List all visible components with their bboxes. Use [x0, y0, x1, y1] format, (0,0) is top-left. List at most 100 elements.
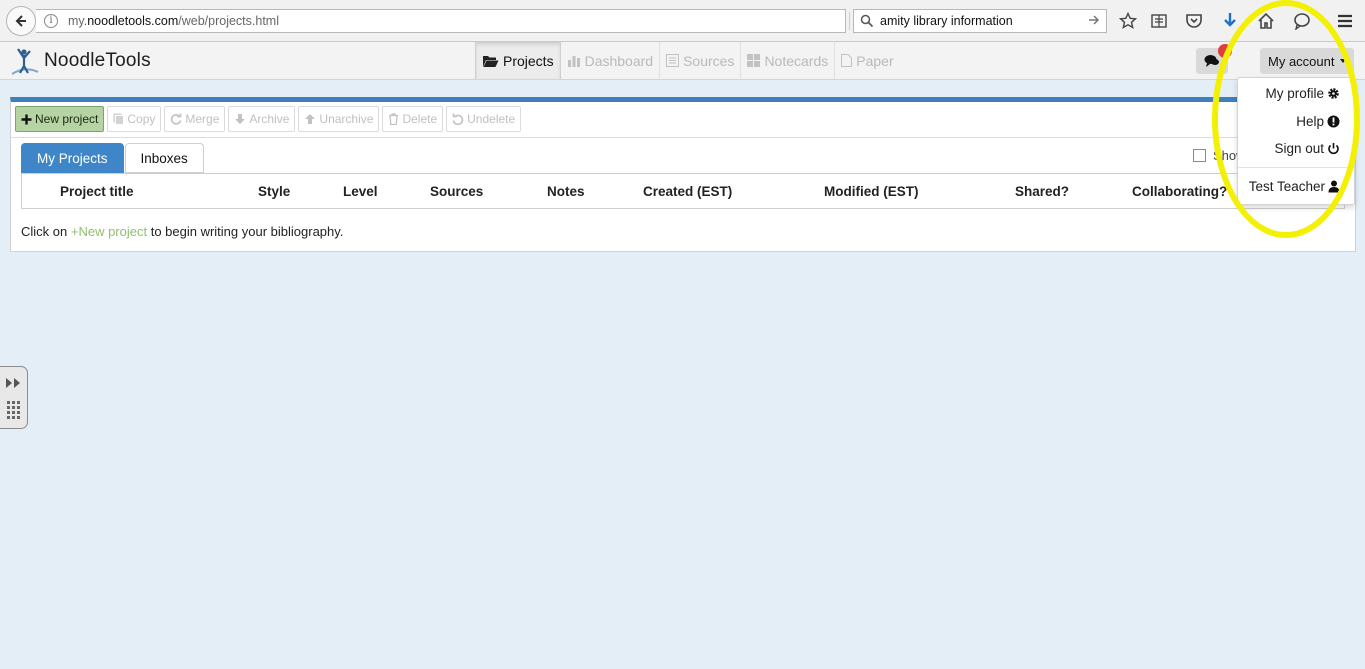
copy-icon	[113, 113, 125, 125]
menu-item-help[interactable]: Help	[1296, 114, 1340, 129]
column-notes[interactable]: Notes	[547, 184, 585, 199]
show-checkbox[interactable]	[1193, 149, 1206, 162]
delete-button[interactable]: Delete	[382, 106, 444, 132]
undelete-label: Undelete	[467, 112, 516, 126]
column-created[interactable]: Created (EST)	[643, 184, 732, 199]
projects-panel: New project Copy Merge Archive Unarchive…	[10, 97, 1356, 252]
logo[interactable]: NoodleTools	[10, 46, 151, 76]
tab-inboxes[interactable]: Inboxes	[124, 143, 204, 173]
new-project-link[interactable]: +New project	[71, 224, 147, 239]
chat-bubble-icon[interactable]	[1292, 11, 1312, 31]
column-style[interactable]: Style	[258, 184, 290, 199]
toolbar-divider	[11, 137, 1355, 138]
home-icon[interactable]	[1256, 11, 1276, 31]
nav-notecards-label: Notecards	[764, 52, 829, 69]
column-shared[interactable]: Shared?	[1015, 184, 1069, 199]
gear-icon	[1328, 88, 1339, 99]
my-account-label: My account	[1268, 53, 1335, 69]
new-project-label: New project	[35, 112, 99, 126]
column-sources[interactable]: Sources	[430, 184, 483, 199]
empty-projects-message: Click on +New project to begin writing y…	[21, 224, 343, 239]
main-nav: Projects Dashboard Sources Notecards Pap…	[475, 42, 900, 79]
menu-divider	[1238, 167, 1354, 168]
menu-item-my-profile[interactable]: My profile	[1265, 86, 1340, 101]
empty-message-suffix: to begin writing your bibliography.	[147, 224, 344, 239]
search-bar[interactable]: amity library information	[853, 9, 1107, 33]
hamburger-menu-icon[interactable]	[1335, 11, 1355, 31]
list-icon	[666, 54, 680, 67]
archive-label: Archive	[249, 112, 290, 126]
nav-projects[interactable]: Projects	[475, 42, 561, 79]
power-icon	[1328, 143, 1339, 155]
info-icon[interactable]: i	[44, 14, 58, 28]
column-collaborating[interactable]: Collaborating?	[1132, 184, 1227, 199]
logo-text: NoodleTools	[44, 50, 151, 71]
address-bar[interactable]: i my. noodletools.com/web/projects.html	[36, 9, 871, 33]
my-profile-label: My profile	[1265, 86, 1324, 101]
keypad-icon	[7, 401, 20, 419]
column-modified[interactable]: Modified (EST)	[824, 184, 919, 199]
nav-dashboard-label: Dashboard	[584, 52, 654, 69]
back-button[interactable]	[6, 6, 36, 36]
exclamation-circle-icon	[1327, 115, 1340, 128]
folder-open-icon	[483, 56, 499, 67]
url-host: noodletools.com	[87, 14, 179, 28]
copy-label: Copy	[127, 112, 156, 126]
expand-arrows-icon	[6, 378, 20, 388]
search-value: amity library information	[880, 14, 1013, 28]
menu-item-sign-out[interactable]: Sign out	[1274, 141, 1340, 156]
nav-notecards[interactable]: Notecards	[741, 42, 836, 79]
nav-paper-label: Paper	[856, 52, 894, 69]
side-panel-handle[interactable]	[0, 366, 28, 429]
projects-table-header: Project title Style Level Sources Notes …	[21, 173, 1345, 209]
archive-icon	[235, 114, 246, 124]
pocket-icon[interactable]	[1184, 11, 1204, 31]
plus-icon	[21, 114, 32, 124]
grid-icon	[747, 54, 761, 67]
caret-down-icon	[1340, 59, 1346, 63]
reading-list-icon[interactable]	[1149, 11, 1169, 31]
user-name-label: Test Teacher	[1248, 179, 1325, 194]
download-icon[interactable]	[1220, 11, 1240, 31]
nav-projects-label: Projects	[503, 53, 554, 69]
column-project-title[interactable]: Project title	[60, 184, 134, 199]
column-level[interactable]: Level	[343, 184, 378, 199]
bookmark-star-icon[interactable]	[1118, 11, 1138, 31]
nav-sources-label: Sources	[683, 52, 735, 69]
bar-chart-icon	[567, 56, 580, 67]
project-tabs: My Projects Inboxes	[21, 143, 205, 173]
logo-figure-icon	[11, 48, 39, 75]
my-account-button[interactable]: My account	[1260, 48, 1354, 74]
project-toolbar: New project Copy Merge Archive Unarchive…	[15, 106, 524, 132]
new-project-button[interactable]: New project	[15, 106, 105, 132]
undo-icon	[452, 113, 464, 125]
account-dropdown-menu: My profile Help Sign out Test Teacher	[1237, 77, 1355, 205]
search-icon	[860, 14, 874, 28]
archive-button[interactable]: Archive	[228, 106, 296, 132]
nav-dashboard[interactable]: Dashboard	[561, 42, 661, 79]
merge-button[interactable]: Merge	[164, 106, 226, 132]
delete-label: Delete	[402, 112, 438, 126]
document-icon	[841, 54, 853, 67]
user-icon	[1328, 180, 1340, 193]
url-prefix: my.	[68, 14, 88, 28]
tab-my-projects[interactable]: My Projects	[21, 143, 124, 173]
url-path: /web/projects.html	[178, 14, 279, 28]
nav-sources[interactable]: Sources	[660, 42, 742, 79]
copy-button[interactable]: Copy	[107, 106, 162, 132]
empty-message-prefix: Click on	[21, 224, 71, 239]
sign-out-label: Sign out	[1274, 141, 1324, 156]
go-arrow-icon[interactable]	[1087, 13, 1101, 27]
nav-paper[interactable]: Paper	[835, 42, 899, 79]
undelete-button[interactable]: Undelete	[446, 106, 522, 132]
browser-toolbar: i my. noodletools.com/web/projects.html a…	[0, 0, 1365, 42]
menu-item-user[interactable]: Test Teacher	[1249, 179, 1340, 194]
notification-badge	[1218, 44, 1232, 58]
trash-icon	[389, 113, 399, 125]
unarchive-label: Unarchive	[319, 112, 374, 126]
comments-icon	[1204, 55, 1219, 67]
unarchive-button[interactable]: Unarchive	[298, 106, 380, 132]
back-arrow-icon	[15, 15, 26, 27]
help-label: Help	[1296, 114, 1324, 129]
merge-label: Merge	[185, 112, 220, 126]
